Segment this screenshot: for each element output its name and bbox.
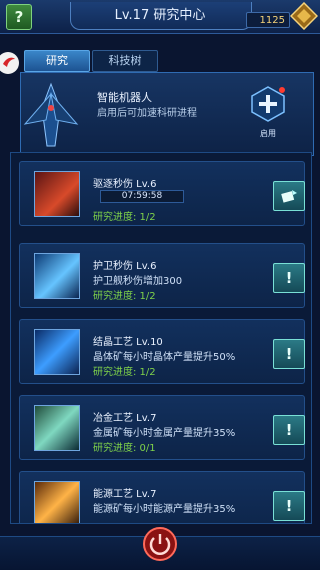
research-action-button[interactable]: ! — [273, 491, 305, 521]
robot-name: 智能机器人 — [97, 91, 152, 104]
research-item-description: 晶体矿每小时晶体产量提升50% — [93, 352, 236, 363]
exclamation-icon: ! — [285, 345, 293, 363]
help-button[interactable]: ? — [6, 4, 32, 30]
research-item-progress: 研究进度: 1/2 — [93, 212, 156, 223]
research-list: 驱逐秒伤 Lv.6 研究进度: 1/2 07:59:58 护卫秒伤 Lv.6 护… — [10, 152, 312, 524]
research-action-button[interactable]: ! — [273, 415, 305, 445]
research-item-description: 能源矿每小时能源产量提升35% — [93, 504, 236, 515]
resource-gem-icon[interactable] — [290, 2, 318, 30]
robot-description: 启用后可加速科研进程 — [97, 108, 197, 119]
activate-robot-button[interactable] — [250, 86, 286, 122]
crystal-craft-icon — [34, 329, 80, 375]
tab-research[interactable]: 研究 — [24, 50, 90, 72]
research-item-description: 金属矿每小时金属产量提升35% — [93, 428, 236, 439]
metal-craft-icon — [34, 405, 80, 451]
speedup-button[interactable] — [273, 181, 305, 211]
power-button[interactable] — [142, 526, 178, 562]
research-item[interactable]: 冶金工艺 Lv.7 金属矿每小时金属产量提升35% 研究进度: 0/1 ! — [19, 395, 305, 460]
research-action-button[interactable]: ! — [273, 339, 305, 369]
research-timer: 07:59:58 — [100, 190, 184, 203]
research-item[interactable]: 护卫秒伤 Lv.6 护卫舰秒伤增加300 研究进度: 1/2 ! — [19, 243, 305, 308]
exclamation-icon: ! — [285, 497, 293, 515]
destroyer-damage-icon — [34, 171, 80, 217]
exclamation-icon: ! — [285, 269, 293, 287]
research-item[interactable]: 能源工艺 Lv.7 能源矿每小时能源产量提升35% ! — [19, 471, 305, 523]
research-item-progress: 研究进度: 1/2 — [93, 367, 156, 378]
energy-craft-icon — [34, 481, 80, 523]
activate-label: 启用 — [260, 129, 276, 138]
resource-counter: 1125 — [246, 12, 290, 28]
research-item[interactable]: 结晶工艺 Lv.10 晶体矿每小时晶体产量提升50% 研究进度: 1/2 ! — [19, 319, 305, 384]
research-item-name: 护卫秒伤 Lv.6 — [93, 261, 157, 272]
speedup-icon — [281, 190, 297, 203]
top-bar: ? Lv.17 研究中心 1125 — [0, 0, 320, 34]
research-item-name: 能源工艺 Lv.7 — [93, 489, 157, 500]
research-item-name: 冶金工艺 Lv.7 — [93, 413, 157, 424]
research-item-name: 结晶工艺 Lv.10 — [93, 337, 163, 348]
research-item-name: 驱逐秒伤 Lv.6 — [93, 179, 157, 190]
research-action-button[interactable]: ! — [273, 263, 305, 293]
page-title: Lv.17 研究中心 — [114, 8, 206, 23]
help-label: ? — [14, 8, 24, 26]
research-item-progress: 研究进度: 0/1 — [93, 443, 156, 454]
research-item-description: 护卫舰秒伤增加300 — [93, 276, 183, 287]
tab-tech-tree[interactable]: 科技树 — [92, 50, 158, 72]
robot-ship-icon — [23, 82, 79, 147]
side-logo-icon[interactable] — [0, 50, 22, 76]
research-item-progress: 研究进度: 1/2 — [93, 291, 156, 302]
exclamation-icon: ! — [285, 421, 293, 439]
escort-damage-icon — [34, 253, 80, 299]
